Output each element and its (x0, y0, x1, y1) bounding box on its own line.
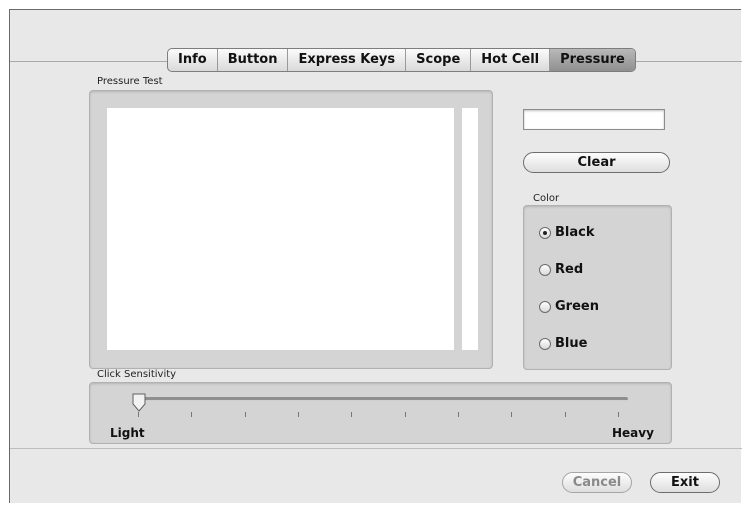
radio-selected-icon[interactable] (539, 226, 551, 239)
radio-icon[interactable] (539, 263, 551, 276)
click-sensitivity-group (89, 382, 672, 444)
click-sensitivity-label: Click Sensitivity (97, 369, 177, 380)
slider-tick (404, 412, 406, 417)
color-option-red[interactable]: Red (539, 262, 583, 277)
slider-tick (564, 412, 566, 417)
radio-icon[interactable] (539, 300, 551, 313)
pressure-level-bar (462, 108, 478, 350)
preferences-window: Info Button Express Keys Scope Hot Cell … (9, 9, 742, 503)
slider-tick (244, 412, 246, 417)
cancel-button[interactable]: Cancel (562, 472, 632, 493)
slider-tick (511, 412, 513, 417)
color-option-black[interactable]: Black (539, 225, 595, 240)
tab-info[interactable]: Info (168, 49, 218, 71)
tab-bar: Info Button Express Keys Scope Hot Cell … (167, 48, 636, 72)
sensitivity-slider-track[interactable] (142, 397, 628, 401)
tab-hot-cell[interactable]: Hot Cell (471, 49, 551, 71)
slider-tick (618, 412, 619, 417)
radio-icon[interactable] (539, 337, 551, 350)
tab-button[interactable]: Button (218, 49, 289, 71)
pressure-test-label: Pressure Test (97, 76, 163, 87)
exit-button[interactable]: Exit (650, 472, 720, 493)
slider-tick (138, 412, 139, 417)
slider-tick (298, 412, 299, 417)
sensitivity-slider-thumb[interactable] (131, 393, 147, 413)
color-option-green[interactable]: Green (539, 299, 599, 314)
tab-express-keys[interactable]: Express Keys (288, 49, 407, 71)
sensitivity-light-label: Light (110, 426, 145, 440)
pressure-value-field[interactable] (523, 109, 665, 130)
slider-tick (351, 412, 353, 417)
color-option-label: Green (555, 299, 599, 314)
slider-tick (458, 412, 459, 417)
color-option-label: Blue (555, 336, 588, 351)
slider-tick (191, 412, 193, 417)
tab-scope[interactable]: Scope (406, 49, 472, 71)
tab-pressure[interactable]: Pressure (550, 49, 635, 71)
color-option-blue[interactable]: Blue (539, 336, 587, 351)
pressure-drawing-canvas[interactable] (107, 108, 454, 350)
sensitivity-heavy-label: Heavy (612, 426, 654, 440)
color-option-label: Black (555, 225, 595, 240)
footer-divider (10, 448, 742, 449)
clear-button[interactable]: Clear (523, 152, 670, 173)
color-group-label: Color (533, 193, 560, 204)
color-option-label: Red (555, 262, 584, 277)
